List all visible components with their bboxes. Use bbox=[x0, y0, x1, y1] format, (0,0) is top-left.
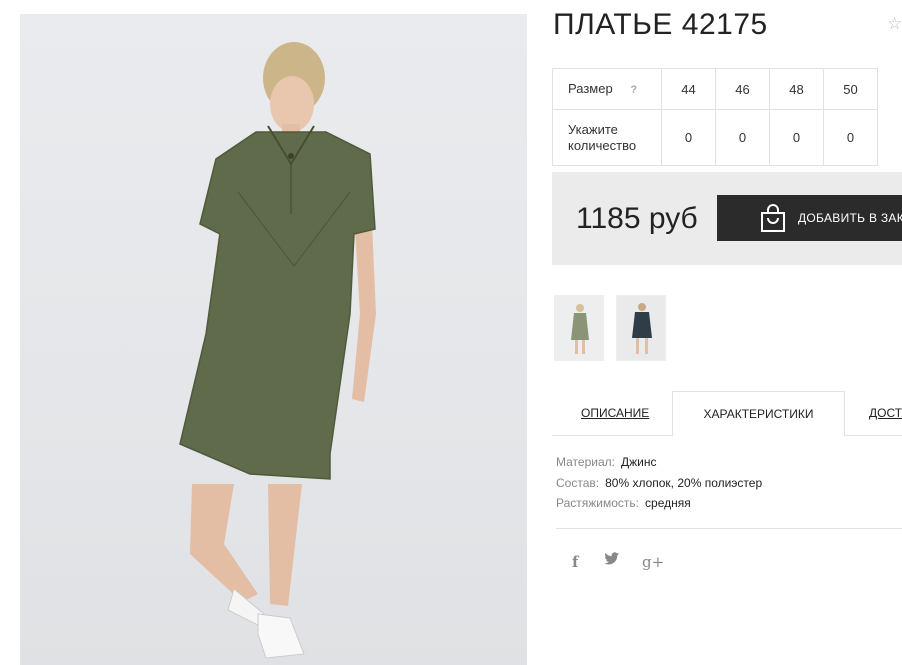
googleplus-icon[interactable]: g+ bbox=[642, 552, 664, 572]
add-to-order-label: ДОБАВИТЬ В ЗАКАЗ bbox=[798, 211, 902, 225]
spec-material: Материал: Джинс bbox=[556, 452, 762, 473]
spec-key: Состав: bbox=[556, 475, 600, 490]
tab-delivery[interactable]: ДОСТАВКА bbox=[869, 391, 902, 436]
spec-value: средняя bbox=[645, 496, 691, 510]
spec-value: Джинс bbox=[620, 455, 657, 469]
spec-composition: Состав: 80% хлопок, 20% полиэстер bbox=[556, 473, 762, 494]
price-panel: 1185 руб ДОБАВИТЬ В ЗАКАЗ bbox=[552, 172, 902, 265]
spec-key: Растяжимость: bbox=[556, 496, 640, 510]
olive-dress-thumbnail-image bbox=[571, 304, 589, 354]
spec-stretch: Растяжимость: средняя bbox=[556, 493, 762, 514]
product-info-tabs: ОПИСАНИЕ ХАРАКТЕРИСТИКИ ДОСТАВКА bbox=[552, 391, 902, 437]
shopping-bag-icon bbox=[761, 204, 785, 232]
size-help-icon[interactable]: ? bbox=[630, 84, 637, 96]
navy-dress-thumbnail-image bbox=[632, 303, 652, 354]
star-icon[interactable]: ☆ bbox=[887, 15, 902, 32]
size-label: Размер bbox=[568, 80, 613, 96]
size-quantity-table: Размер ? 44 46 48 50 Укажите количество … bbox=[552, 68, 878, 166]
quantity-input-44[interactable]: 0 bbox=[661, 109, 716, 166]
characteristics-list: Материал: Джинс Состав: 80% хлопок, 20% по… bbox=[556, 452, 762, 514]
size-label-cell: Размер ? bbox=[552, 68, 662, 110]
quantity-input-48[interactable]: 0 bbox=[769, 109, 824, 166]
size-44: 44 bbox=[661, 68, 716, 110]
product-price: 1185 руб bbox=[576, 202, 698, 235]
thumbnail-olive-dress[interactable] bbox=[554, 295, 604, 361]
product-title: ПЛАТЬЕ 42175 bbox=[553, 8, 768, 41]
product-main-photo[interactable] bbox=[20, 14, 527, 665]
divider bbox=[556, 528, 902, 529]
twitter-icon[interactable] bbox=[604, 552, 620, 572]
quantity-input-50[interactable]: 0 bbox=[823, 109, 878, 166]
spec-key: Материал: bbox=[556, 455, 615, 469]
tab-characteristics[interactable]: ХАРАКТЕРИСТИКИ bbox=[672, 391, 845, 437]
facebook-icon[interactable]: f bbox=[572, 552, 578, 572]
size-50: 50 bbox=[823, 68, 878, 110]
add-to-order-button[interactable]: ДОБАВИТЬ В ЗАКАЗ bbox=[717, 195, 902, 241]
thumbnail-navy-dress[interactable] bbox=[616, 295, 666, 361]
quantity-input-46[interactable]: 0 bbox=[715, 109, 770, 166]
spec-value: 80% хлопок, 20% полиэстер bbox=[605, 475, 763, 490]
tab-description[interactable]: ОПИСАНИЕ bbox=[581, 391, 649, 436]
quantity-label: Укажите количество bbox=[552, 109, 662, 166]
size-46: 46 bbox=[715, 68, 770, 110]
size-48: 48 bbox=[769, 68, 824, 110]
dress-model-illustration bbox=[179, 42, 376, 659]
